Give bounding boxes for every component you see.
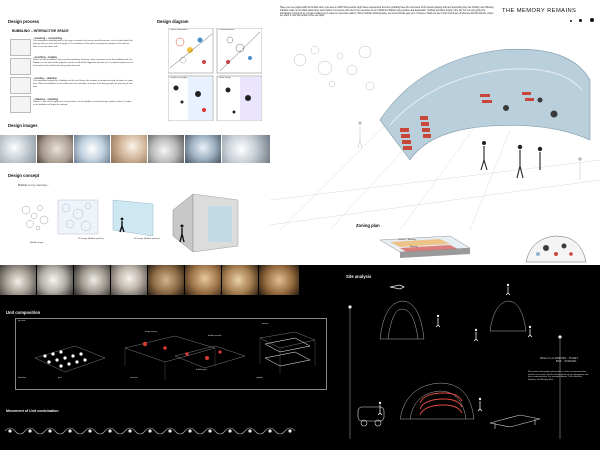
unit-composition-graphic xyxy=(34,331,316,380)
zoning-plan-heading: Zoning plan xyxy=(356,223,380,228)
unit-label: elevation xyxy=(18,377,27,379)
process-item-text: The horizontal frequency of bubbles on t… xyxy=(33,80,133,88)
process-item-text: 'Bloom' is one of the significant charac… xyxy=(33,101,132,106)
design-images-heading: Design images xyxy=(8,123,38,128)
title-banner: THE MEMORY REMAINS xyxy=(502,8,576,14)
diagram-cell-label: - communication xyxy=(218,29,235,31)
concept-caption: 3D image (Bubble pattern) xyxy=(134,238,160,240)
design-concept-heading: Design concept xyxy=(8,173,40,178)
render-strip-1 xyxy=(0,265,36,295)
process-item-4: - relaxing – showing 'Bloom' is one of t… xyxy=(33,98,133,107)
design-image-3 xyxy=(74,135,110,163)
title-dots xyxy=(570,9,598,22)
project-title: THE MEMORY REMAINS xyxy=(502,8,577,14)
render-strip-8 xyxy=(259,265,299,295)
design-image-2 xyxy=(37,135,73,163)
process-sketch-2 xyxy=(10,58,31,75)
unit-label: cylinder xyxy=(256,377,263,379)
zoning-label: Seating – Meeting xyxy=(398,239,416,241)
design-concept-subtitle: Bubble in my memory... xyxy=(18,183,50,187)
main-rendering xyxy=(270,45,600,230)
site-text: We assume that getting information in a … xyxy=(528,371,589,381)
design-image-7 xyxy=(222,135,270,163)
process-sketch-1 xyxy=(10,39,31,56)
render-strip-5 xyxy=(148,265,184,295)
design-diagram-heading: Design diagram xyxy=(157,19,189,24)
process-item-1: - meaning – connecting The transparent b… xyxy=(33,37,133,48)
design-image-6 xyxy=(185,135,221,163)
description-text: Have you ever played with the bubble whe… xyxy=(280,7,494,18)
design-concept-graphic xyxy=(21,193,239,253)
render-strip-6 xyxy=(185,265,221,295)
right-top-panel: Have you ever played with the bubble whe… xyxy=(270,0,600,265)
unit-label: bubble speaker xyxy=(208,335,222,337)
design-process-panel: Design process BUBBLING – INTERACTIVE SP… xyxy=(0,0,270,265)
render-strip-4 xyxy=(111,265,147,295)
site-caption: When it is in AIRPORT... TICKET BOX... S… xyxy=(540,357,578,364)
design-image-4 xyxy=(111,135,147,163)
bottom-left-panel: Unit composition top view elevation grid… xyxy=(0,265,340,450)
zoning-plan-graphic xyxy=(380,235,470,258)
design-process-subheading: BUBBLING – INTERACTIVE SPACE xyxy=(12,29,69,33)
movement-heading: Movement of Unit combination xyxy=(6,409,59,413)
process-item-text: The transparent bubbling wall is the spa… xyxy=(33,40,133,48)
bottom-right-panel: Site analysis When it is in AIRPORT... T… xyxy=(340,265,600,450)
unit-label: bubble gate xyxy=(196,369,207,371)
design-image-1 xyxy=(0,135,36,163)
diagram-cell-label: - number of people xyxy=(169,77,188,79)
diagram-graphic xyxy=(167,27,263,122)
zoning-label: Blowing xyxy=(410,246,418,248)
process-item-text: When we touch bubbles, they could immedi… xyxy=(33,59,133,67)
design-process-heading: Design process xyxy=(8,19,40,24)
process-item-2: - touching – feeling When we touch bubbl… xyxy=(33,56,133,67)
unit-label: section xyxy=(262,323,269,325)
unit-label: top view xyxy=(18,320,26,322)
site-analysis-graphic xyxy=(348,283,562,439)
unit-label: structure xyxy=(130,377,138,379)
concept-caption: Bubble image xyxy=(30,242,44,244)
unit-label: image screen xyxy=(145,331,158,333)
process-sketch-3 xyxy=(10,77,31,94)
render-strip-7 xyxy=(222,265,258,295)
design-image-5 xyxy=(148,135,184,163)
render-strip-2 xyxy=(37,265,73,295)
design-diagram xyxy=(167,27,263,122)
render-strip-3 xyxy=(74,265,110,295)
unit-composition-heading: Unit composition xyxy=(6,310,41,315)
unit-label: grid xyxy=(58,377,62,379)
diagram-cell-label: - other things xyxy=(218,77,231,79)
diagram-cell-label: - space information xyxy=(169,29,188,31)
process-item-3: - moving – relaxing The horizontal frequ… xyxy=(33,77,133,88)
zoning-perspective xyxy=(525,235,587,263)
process-sketch-4 xyxy=(10,96,31,113)
concept-caption: 2D image (Bubble pattern) xyxy=(78,238,104,240)
movement-graphic xyxy=(4,427,296,435)
